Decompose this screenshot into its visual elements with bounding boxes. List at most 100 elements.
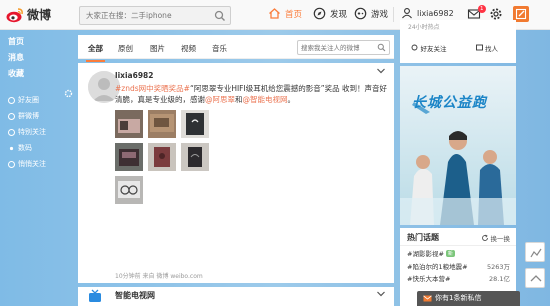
profile-stats: 24小时热点 (408, 24, 440, 31)
left-sidebar: 首页 消息 收藏 好友圈 群微博 特别关注 数码 悄悄关注 (0, 34, 70, 172)
poster-image (400, 66, 516, 225)
sidebar-item-special[interactable]: 特别关注 (0, 124, 70, 140)
sidebar-item-label: 好友圈 (18, 96, 39, 104)
hot-topic-count: 28.1亿 (489, 275, 510, 283)
post-image[interactable] (115, 176, 143, 204)
user-icon (402, 8, 412, 19)
find-people-label: 找人 (485, 45, 499, 53)
hot-topics-title: 热门话题 (407, 233, 439, 242)
home-icon (269, 8, 280, 19)
hot-topic-row[interactable]: #快乐大本营# 28.1亿 (400, 271, 516, 284)
chart-icon (530, 248, 542, 258)
feedback-button[interactable] (525, 242, 545, 262)
mail-icon (423, 295, 432, 302)
search-input[interactable] (80, 7, 210, 24)
sidebar-item-label: 特别关注 (18, 128, 46, 136)
chevron-down-icon[interactable] (376, 67, 386, 75)
refresh-icon (481, 234, 488, 241)
post-body: 和 (235, 95, 243, 104)
gamepad-icon (354, 7, 367, 20)
refresh-icon (412, 44, 418, 51)
private-message-bar[interactable]: 你有1条新私信 (417, 291, 520, 306)
sidebar-item-groups[interactable]: 群微博 (0, 108, 70, 124)
username-label: lixia6982 (417, 8, 454, 18)
tab-all[interactable]: 全部 (86, 43, 105, 62)
post-image[interactable] (148, 110, 176, 138)
poster-title: 长城公益跑 (412, 95, 487, 111)
sidebar-item-label: 首页 (8, 37, 24, 46)
star-icon (8, 128, 15, 136)
refresh-button[interactable]: 换一换 (481, 233, 511, 243)
sidebar-item-label: 数码 (18, 144, 32, 152)
post-image[interactable] (115, 143, 143, 171)
sidebar-item-label: 悄悄关注 (18, 160, 46, 168)
chevron-down-icon[interactable] (376, 290, 386, 298)
search-icon[interactable] (377, 43, 386, 52)
hot-topic-count: 5263万 (486, 262, 510, 271)
sidebar-item-label: 收藏 (8, 69, 24, 78)
mail-badge: 1 (478, 5, 486, 13)
feed-search[interactable] (297, 40, 390, 55)
post-image[interactable] (115, 110, 143, 138)
tab-original[interactable]: 原创 (118, 43, 133, 54)
global-search[interactable] (79, 6, 231, 25)
new-badge: 新 (445, 250, 455, 257)
nav-home[interactable]: 首页 (268, 7, 302, 20)
nav-discover-label: 发现 (330, 9, 348, 20)
friend-follow-label: 好友关注 (420, 45, 447, 53)
post-meta: 10分钟前 来自 微博 weibo.com (115, 273, 203, 280)
eye-icon (8, 160, 15, 168)
sidebar-item-home[interactable]: 首页 (0, 34, 70, 50)
user-menu[interactable]: lixia6982 (401, 7, 454, 19)
nav-game-label: 游戏 (371, 9, 389, 20)
feed-tabs: 全部 原创 图片 视频 音乐 (78, 35, 394, 62)
sidebar-item-label: 消息 (8, 53, 24, 62)
profile-links: 好友关注 找人 (400, 43, 516, 53)
nav-discover[interactable]: 发现 (313, 7, 347, 20)
hot-topic-name: #快乐大本营# (407, 275, 451, 283)
post-mention[interactable]: @阿思翠 (205, 95, 235, 104)
hot-topic-row[interactable]: #湖影影视# 新 (400, 246, 516, 259)
friends-icon (8, 96, 15, 104)
arrow-up-icon (530, 275, 542, 282)
sidebar-settings-icon[interactable] (64, 89, 73, 98)
post-username[interactable]: lixia6982 (115, 71, 154, 80)
post-mention[interactable]: @智能电视网 (243, 95, 288, 104)
friend-follow-link[interactable]: 好友关注 (400, 43, 458, 53)
weibo-eye-icon (6, 7, 23, 22)
profile-card: 24小时热点 好友关注 找人 (400, 20, 516, 63)
sidebar-item-friends[interactable]: 好友圈 (0, 92, 70, 108)
tab-pictures[interactable]: 图片 (150, 43, 165, 54)
feed-search-input[interactable] (298, 41, 376, 54)
post-image[interactable] (181, 143, 209, 171)
tab-music[interactable]: 音乐 (212, 43, 227, 54)
nav-game[interactable]: 游戏 (354, 7, 388, 20)
find-people-link[interactable]: 找人 (458, 43, 516, 53)
compass-icon (313, 7, 326, 20)
sidebar-item-secret[interactable]: 悄悄关注 (0, 156, 70, 172)
nav-home-label: 首页 (285, 9, 303, 20)
search-icon[interactable] (214, 10, 226, 22)
post-image[interactable] (148, 143, 176, 171)
gear-icon[interactable] (489, 7, 503, 21)
back-to-top-button[interactable] (525, 268, 545, 288)
feed-column: 全部 原创 图片 视频 音乐 lixia6982 #znds网中奖晒奖品#“阿思… (78, 35, 394, 306)
sidebar-item-digital[interactable]: 数码 (0, 140, 70, 156)
post-hashtag[interactable]: #znds网中奖晒奖品# (115, 84, 190, 93)
sidebar-item-messages[interactable]: 消息 (0, 50, 70, 66)
ad-poster[interactable]: 长城公益跑 (400, 66, 516, 225)
post-text: #znds网中奖晒奖品#“阿思翠专业HIFI级耳机给您震撼的影音”奖品 收到！声… (115, 83, 387, 105)
post-username[interactable]: 智能电视网 (115, 290, 155, 301)
nav-divider (393, 7, 394, 22)
post-image[interactable] (181, 110, 209, 138)
tab-videos[interactable]: 视频 (181, 43, 196, 54)
refresh-label: 换一换 (490, 235, 511, 243)
weibo-logo[interactable]: 微博 (6, 6, 51, 23)
bullet-icon (9, 146, 14, 150)
feed-post: lixia6982 #znds网中奖晒奖品#“阿思翠专业HIFI级耳机给您震撼的… (78, 63, 394, 283)
hot-topic-row[interactable]: #陷泊尔的1粮地震# 5263万 (400, 259, 516, 272)
hot-topic-name: #陷泊尔的1粮地震# (407, 262, 468, 271)
tv-icon (89, 289, 101, 302)
sidebar-item-favorites[interactable]: 收藏 (0, 66, 70, 82)
